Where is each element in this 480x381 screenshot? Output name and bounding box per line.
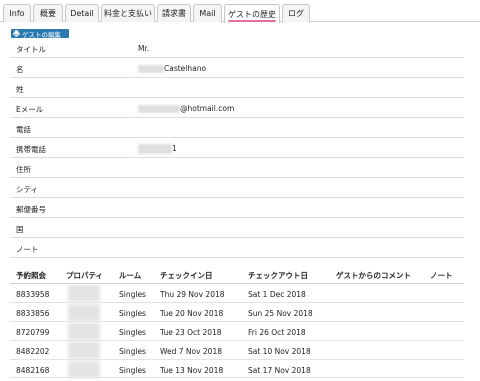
tab-charges-payments[interactable]: 料金と支払い — [101, 4, 155, 22]
field-label: 携帯電話 — [16, 145, 46, 154]
cell-checkout: Sat 10 Nov 2018 — [248, 347, 311, 356]
redacted-text — [138, 144, 172, 154]
field-row-title: タイトル Mr. — [10, 38, 464, 58]
cell-checkin: Tue 20 Nov 2018 — [160, 309, 224, 318]
tab-label: Mail — [199, 9, 216, 18]
cell-room: Singles — [119, 328, 146, 337]
field-value-wrap: @hotmail.com — [138, 104, 234, 113]
table-row[interactable]: 8482168 Singles Tue 13 Nov 2018 Sat 17 N… — [10, 360, 464, 378]
cell-room: Singles — [119, 347, 146, 356]
table-row[interactable]: 8833856 Singles Tue 20 Nov 2018 Sun 25 N… — [10, 303, 464, 322]
cell-checkin: Tue 23 Oct 2018 — [160, 328, 222, 337]
column-header-checkout: チェックアウト日 — [248, 271, 308, 280]
field-row-first-name: 名 Castelhano — [10, 58, 464, 78]
cell-room: Singles — [119, 290, 146, 299]
tab-bar: Info 概要 Detail 料金と支払い 請求書 Mail ゲストの歴史 ログ — [0, 0, 480, 23]
cell-checkout: Fri 26 Oct 2018 — [248, 328, 306, 337]
redacted-text — [138, 105, 180, 113]
tab-detail[interactable]: Detail — [65, 4, 99, 22]
tab-invoice[interactable]: 請求書 — [157, 4, 191, 22]
tab-label: Detail — [70, 9, 94, 18]
table-row[interactable]: 8482202 Singles Wed 7 Nov 2018 Sat 10 No… — [10, 341, 464, 360]
column-header-property: プロパティ — [66, 271, 104, 280]
cell-room: Singles — [119, 366, 146, 375]
table-row[interactable]: 8720799 Singles Tue 23 Oct 2018 Fri 26 O… — [10, 322, 464, 341]
column-header-guest-comment: ゲストからのコメント — [336, 271, 411, 280]
field-value: Mr. — [138, 44, 150, 53]
column-header-room: ルーム — [119, 271, 142, 280]
active-tab-indicator — [228, 20, 276, 22]
redacted-property — [68, 323, 100, 340]
field-label: 住所 — [16, 165, 31, 174]
field-label: タイトル — [16, 45, 46, 54]
field-row-phone: 電話 — [10, 118, 464, 138]
column-header-booking: 予約照会 — [16, 271, 46, 280]
edit-guest-button[interactable]: ゲストの編集 — [11, 29, 69, 39]
field-label: 国 — [16, 225, 24, 234]
field-label: Eメール — [16, 105, 44, 114]
tab-label: ゲストの歴史 — [228, 9, 276, 19]
field-label: 電話 — [16, 125, 31, 134]
redacted-property — [68, 361, 100, 378]
field-row-mobile: 携帯電話 1 — [10, 138, 464, 158]
field-value: @hotmail.com — [180, 104, 235, 113]
tab-mail[interactable]: Mail — [193, 4, 222, 22]
cell-checkin: Thu 29 Nov 2018 — [160, 290, 225, 299]
cell-checkout: Sun 25 Nov 2018 — [248, 309, 313, 318]
field-row-email: Eメール @hotmail.com — [10, 98, 464, 118]
redacted-text — [138, 65, 164, 73]
cell-room: Singles — [119, 309, 146, 318]
redacted-property — [68, 285, 100, 302]
field-row-country: 国 — [10, 218, 464, 238]
cell-booking: 8482202 — [16, 347, 50, 356]
tab-label: 請求書 — [162, 9, 186, 18]
field-row-address: 住所 — [10, 158, 464, 178]
tab-label: Info — [9, 9, 25, 18]
tab-label: 概要 — [40, 9, 56, 18]
field-label: シティ — [16, 185, 39, 194]
cell-booking: 8482168 — [16, 366, 50, 375]
column-header-note: ノート — [430, 271, 453, 280]
redacted-property — [68, 304, 100, 321]
field-label: 姓 — [16, 85, 24, 94]
printer-icon — [13, 30, 20, 37]
history-table-header: 予約照会 プロパティ ルーム チェックイン日 チェックアウト日 ゲストからのコメ… — [10, 263, 464, 284]
field-value-wrap: Castelhano — [138, 64, 206, 73]
tab-guest-history[interactable]: ゲストの歴史 — [224, 4, 280, 23]
tab-log[interactable]: ログ — [282, 4, 310, 22]
field-value: Castelhano — [164, 64, 207, 73]
field-value: 1 — [172, 144, 177, 153]
field-label: 名 — [16, 65, 24, 74]
tab-info[interactable]: Info — [3, 4, 31, 22]
tab-overview[interactable]: 概要 — [33, 4, 63, 22]
cell-booking: 8833958 — [16, 290, 50, 299]
cell-booking: 8833856 — [16, 309, 50, 318]
field-row-note: ノート — [10, 238, 464, 258]
cell-checkin: Wed 7 Nov 2018 — [160, 347, 222, 356]
tab-label: 料金と支払い — [104, 9, 152, 18]
field-label: ノート — [16, 245, 39, 254]
column-header-checkin: チェックイン日 — [160, 271, 213, 280]
cell-checkout: Sat 17 Nov 2018 — [248, 366, 311, 375]
cell-booking: 8720799 — [16, 328, 50, 337]
field-row-last-name: 姓 — [10, 78, 464, 98]
cell-checkout: Sat 1 Dec 2018 — [248, 290, 306, 299]
field-row-postcode: 郵便番号 — [10, 198, 464, 218]
field-row-city: シティ — [10, 178, 464, 198]
cell-checkin: Tue 13 Nov 2018 — [160, 366, 224, 375]
tab-label: ログ — [288, 9, 304, 18]
field-label: 郵便番号 — [16, 205, 46, 214]
field-value-wrap: 1 — [138, 144, 177, 154]
redacted-property — [68, 342, 100, 359]
edit-guest-label: ゲストの編集 — [22, 30, 61, 39]
table-row[interactable]: 8833958 Singles Thu 29 Nov 2018 Sat 1 De… — [10, 284, 464, 303]
